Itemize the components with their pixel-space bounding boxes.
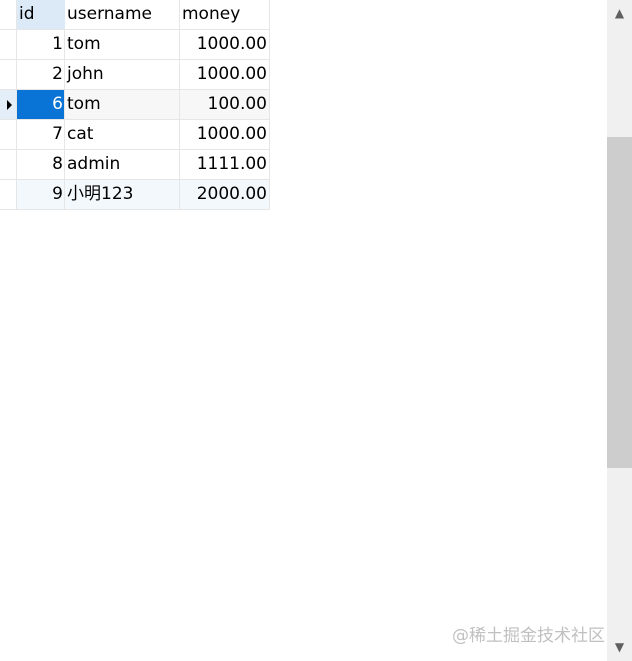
- row-indicator-header: [0, 0, 17, 30]
- row-indicator[interactable]: [0, 150, 17, 180]
- table-row[interactable]: 7 cat 1000.00: [0, 120, 270, 150]
- row-indicator[interactable]: [0, 180, 17, 210]
- cell-username[interactable]: tom: [65, 90, 180, 120]
- current-row-arrow-icon: [7, 100, 12, 110]
- cell-money[interactable]: 1000.00: [180, 30, 270, 60]
- column-header-id[interactable]: id: [17, 0, 66, 30]
- cell-id[interactable]: 1: [17, 30, 65, 60]
- cell-id[interactable]: 9: [17, 180, 65, 210]
- cell-id[interactable]: 2: [17, 60, 65, 90]
- vertical-scrollbar[interactable]: ▲ ▼: [607, 0, 632, 661]
- cell-username[interactable]: 小明123: [65, 180, 180, 210]
- cell-id[interactable]: 7: [17, 120, 65, 150]
- watermark: @稀土掘金技术社区: [452, 626, 605, 646]
- cell-username[interactable]: admin: [65, 150, 180, 180]
- cell-money[interactable]: 100.00: [180, 90, 270, 120]
- column-header-username[interactable]: username: [65, 0, 180, 30]
- table-row[interactable]: 9 小明123 2000.00: [0, 180, 270, 210]
- header-row: id username money: [0, 0, 270, 30]
- cell-money[interactable]: 1111.00: [180, 150, 270, 180]
- cell-id[interactable]: 8: [17, 150, 65, 180]
- scrollbar-thumb[interactable]: [607, 137, 632, 468]
- chevron-up-icon[interactable]: ▲: [613, 6, 626, 20]
- row-indicator[interactable]: [0, 120, 17, 150]
- table-row[interactable]: 8 admin 1111.00: [0, 150, 270, 180]
- table-row[interactable]: 2 john 1000.00: [0, 60, 270, 90]
- table-row-selected[interactable]: 6 tom 100.00: [0, 90, 270, 120]
- chevron-down-icon[interactable]: ▼: [613, 640, 626, 654]
- cell-money[interactable]: 2000.00: [180, 180, 270, 210]
- column-header-money[interactable]: money: [180, 0, 270, 30]
- cell-username[interactable]: john: [65, 60, 180, 90]
- table-row[interactable]: 1 tom 1000.00: [0, 30, 270, 60]
- cell-username[interactable]: tom: [65, 30, 180, 60]
- row-indicator[interactable]: [0, 60, 17, 90]
- cell-money[interactable]: 1000.00: [180, 120, 270, 150]
- cell-id[interactable]: 6: [17, 90, 65, 120]
- row-indicator[interactable]: [0, 30, 17, 60]
- cell-money[interactable]: 1000.00: [180, 60, 270, 90]
- row-indicator[interactable]: [0, 90, 17, 120]
- cell-username[interactable]: cat: [65, 120, 180, 150]
